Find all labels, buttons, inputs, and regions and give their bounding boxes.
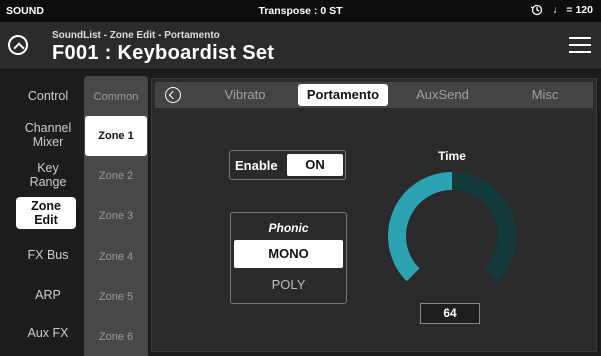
enable-value[interactable]: ON — [287, 154, 343, 176]
header: SoundList - Zone Edit - Portamento F001 … — [0, 22, 601, 70]
portamento-panel: Vibrato Portamento AuxSend Misc Enable O… — [151, 78, 597, 352]
zone-4[interactable]: Zone 4 — [84, 238, 148, 276]
tempo-label: ♩ = 120 — [553, 4, 593, 16]
zone-6[interactable]: Zone 6 — [84, 318, 148, 356]
metronome-icon — [531, 4, 543, 16]
tab-misc[interactable]: Misc — [505, 82, 585, 108]
transpose-label: Transpose : 0 ST — [258, 5, 343, 17]
time-label: Time — [438, 149, 466, 163]
category-arp[interactable]: ARP — [16, 288, 80, 302]
time-value[interactable]: 64 — [420, 303, 480, 324]
zone-2[interactable]: Zone 2 — [84, 157, 148, 195]
tab-back-icon[interactable] — [165, 87, 181, 103]
category-key-range[interactable]: Key Range — [16, 161, 80, 189]
tab-bar: Vibrato Portamento AuxSend Misc — [155, 82, 593, 108]
zone-common[interactable]: Common — [84, 78, 148, 116]
category-channel-mixer[interactable]: Channel Mixer — [16, 121, 80, 149]
zone-5[interactable]: Zone 5 — [84, 278, 148, 316]
back-circle-icon[interactable] — [8, 35, 28, 55]
category-sidebar: Control Channel Mixer Key Range Zone Edi… — [0, 70, 84, 356]
knob-fill — [388, 172, 453, 282]
zone-1[interactable]: Zone 1 — [85, 116, 147, 156]
time-knob[interactable] — [387, 171, 517, 301]
category-fx-bus[interactable]: FX Bus — [16, 248, 80, 262]
enable-switch[interactable]: Enable ON — [229, 150, 346, 180]
page-title: F001 : Keyboardist Set — [52, 42, 275, 64]
category-zone-edit[interactable]: Zone Edit — [16, 197, 76, 229]
zone-3[interactable]: Zone 3 — [84, 197, 148, 235]
phonic-label: Phonic — [268, 221, 309, 235]
enable-label: Enable — [235, 158, 278, 173]
tab-portamento[interactable]: Portamento — [298, 84, 388, 106]
zone-list: Common Zone 1 Zone 2 Zone 3 Zone 4 Zone … — [84, 76, 148, 356]
category-label: Control — [27, 89, 69, 103]
category-aux-fx[interactable]: Aux FX — [16, 326, 80, 340]
status-right: ♩ = 120 — [531, 4, 593, 16]
breadcrumb: SoundList - Zone Edit - Portamento — [52, 30, 220, 41]
status-bar: SOUND Transpose : 0 ST ♩ = 120 — [0, 0, 601, 22]
phonic-mono-option[interactable]: MONO — [234, 240, 343, 268]
tab-auxsend[interactable]: AuxSend — [395, 82, 490, 108]
hamburger-menu-icon[interactable] — [569, 36, 591, 54]
category-control[interactable]: Control — [16, 89, 80, 103]
tab-vibrato[interactable]: Vibrato — [200, 82, 290, 108]
phonic-poly-option[interactable]: POLY — [234, 271, 343, 299]
phonic-selector: Phonic MONO POLY — [230, 212, 347, 304]
